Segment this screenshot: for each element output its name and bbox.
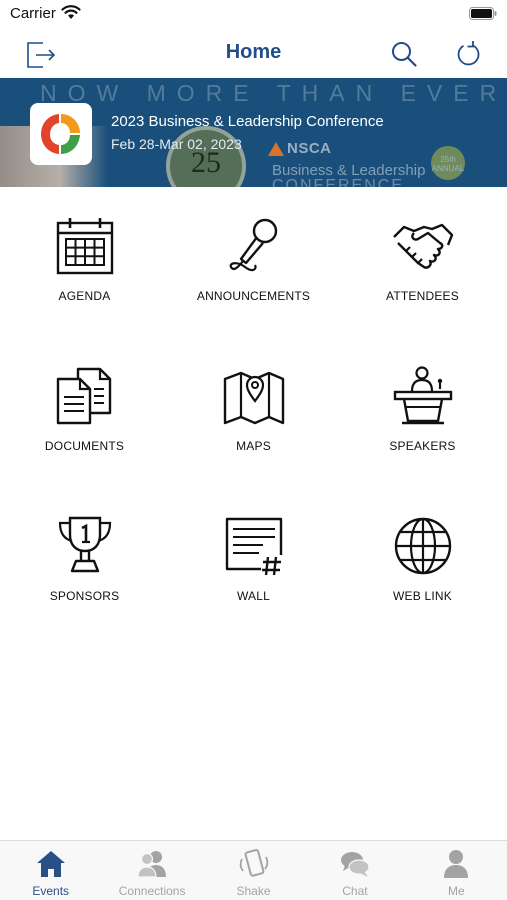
map-icon <box>223 371 285 425</box>
refresh-icon <box>457 41 480 66</box>
event-dates: Feb 28-Mar 02, 2023 <box>111 136 242 152</box>
event-banner[interactable]: NOW MORE THAN EVER 25 NSCA Business & Le… <box>0 78 507 187</box>
tab-label: Events <box>32 884 70 898</box>
tab-events[interactable]: Events <box>0 841 101 900</box>
nsca-triangle-icon <box>268 141 284 156</box>
app-logo-icon <box>41 114 80 154</box>
person-icon <box>444 850 469 878</box>
people-icon <box>137 851 167 878</box>
tile-label: WEB LINK <box>393 589 452 603</box>
tab-connections[interactable]: Connections <box>101 841 202 900</box>
tile-agenda[interactable]: AGENDA <box>0 187 169 337</box>
house-icon <box>36 851 65 877</box>
tab-chat[interactable]: Chat <box>304 841 405 900</box>
event-logo <box>30 103 92 165</box>
tile-speakers[interactable]: SPEAKERS <box>338 337 507 487</box>
handshake-icon <box>393 223 454 269</box>
calendar-icon <box>56 218 114 275</box>
search-button[interactable] <box>386 36 422 72</box>
tile-label: MAPS <box>236 439 271 453</box>
tile-label: AGENDA <box>58 289 111 303</box>
tile-web-link[interactable]: WEB LINK <box>338 487 507 637</box>
tab-bar: Events Connections Shake Chat Me <box>0 840 507 900</box>
tab-label: Connections <box>118 884 186 898</box>
carrier-label: Carrier <box>10 5 56 22</box>
navigation-bar: Home <box>0 30 507 78</box>
tab-label: Chat <box>342 884 368 898</box>
wall-post-icon <box>225 517 283 576</box>
tab-shake[interactable]: Shake <box>203 841 304 900</box>
refresh-button[interactable] <box>451 36 487 72</box>
page-title: Home <box>225 41 282 63</box>
banner-subtitle-line2: CONFERENCE <box>272 177 405 187</box>
nsca-logo: NSCA <box>268 140 332 157</box>
status-bar: Carrier <box>0 0 507 30</box>
tile-label: SPEAKERS <box>389 439 456 453</box>
chat-bubbles-icon <box>340 852 370 877</box>
tile-label: SPONSORS <box>49 589 120 603</box>
shake-phone-icon <box>239 849 268 877</box>
banner-tagline: NOW MORE THAN EVER <box>40 80 507 106</box>
tile-label: WALL <box>236 589 271 603</box>
tile-announcements[interactable]: ANNOUNCEMENTS <box>169 187 338 337</box>
tile-label: ANNOUNCEMENTS <box>196 289 311 303</box>
battery-icon <box>469 7 497 20</box>
tab-label: Shake <box>236 884 271 898</box>
nsca-wordmark: NSCA <box>287 140 332 157</box>
anniversary-badge: 25th ANNUAL <box>431 146 465 180</box>
tile-wall[interactable]: WALL <box>169 487 338 637</box>
tile-attendees[interactable]: ATTENDEES <box>338 187 507 337</box>
microphone-icon <box>229 218 278 272</box>
trophy-icon <box>58 516 112 573</box>
globe-icon <box>394 517 452 575</box>
speaker-podium-icon <box>393 366 453 425</box>
tile-label: ATTENDEES <box>386 289 459 303</box>
event-title: 2023 Business & Leadership Conference <box>111 113 384 130</box>
tab-label: Me <box>447 884 465 898</box>
tile-documents[interactable]: DOCUMENTS <box>0 337 169 487</box>
tile-label: DOCUMENTS <box>44 439 125 453</box>
wifi-icon <box>61 5 81 19</box>
documents-icon <box>56 367 112 425</box>
tile-sponsors[interactable]: SPONSORS <box>0 487 169 637</box>
search-icon <box>392 42 417 67</box>
tab-me[interactable]: Me <box>406 841 507 900</box>
tile-maps[interactable]: MAPS <box>169 337 338 487</box>
